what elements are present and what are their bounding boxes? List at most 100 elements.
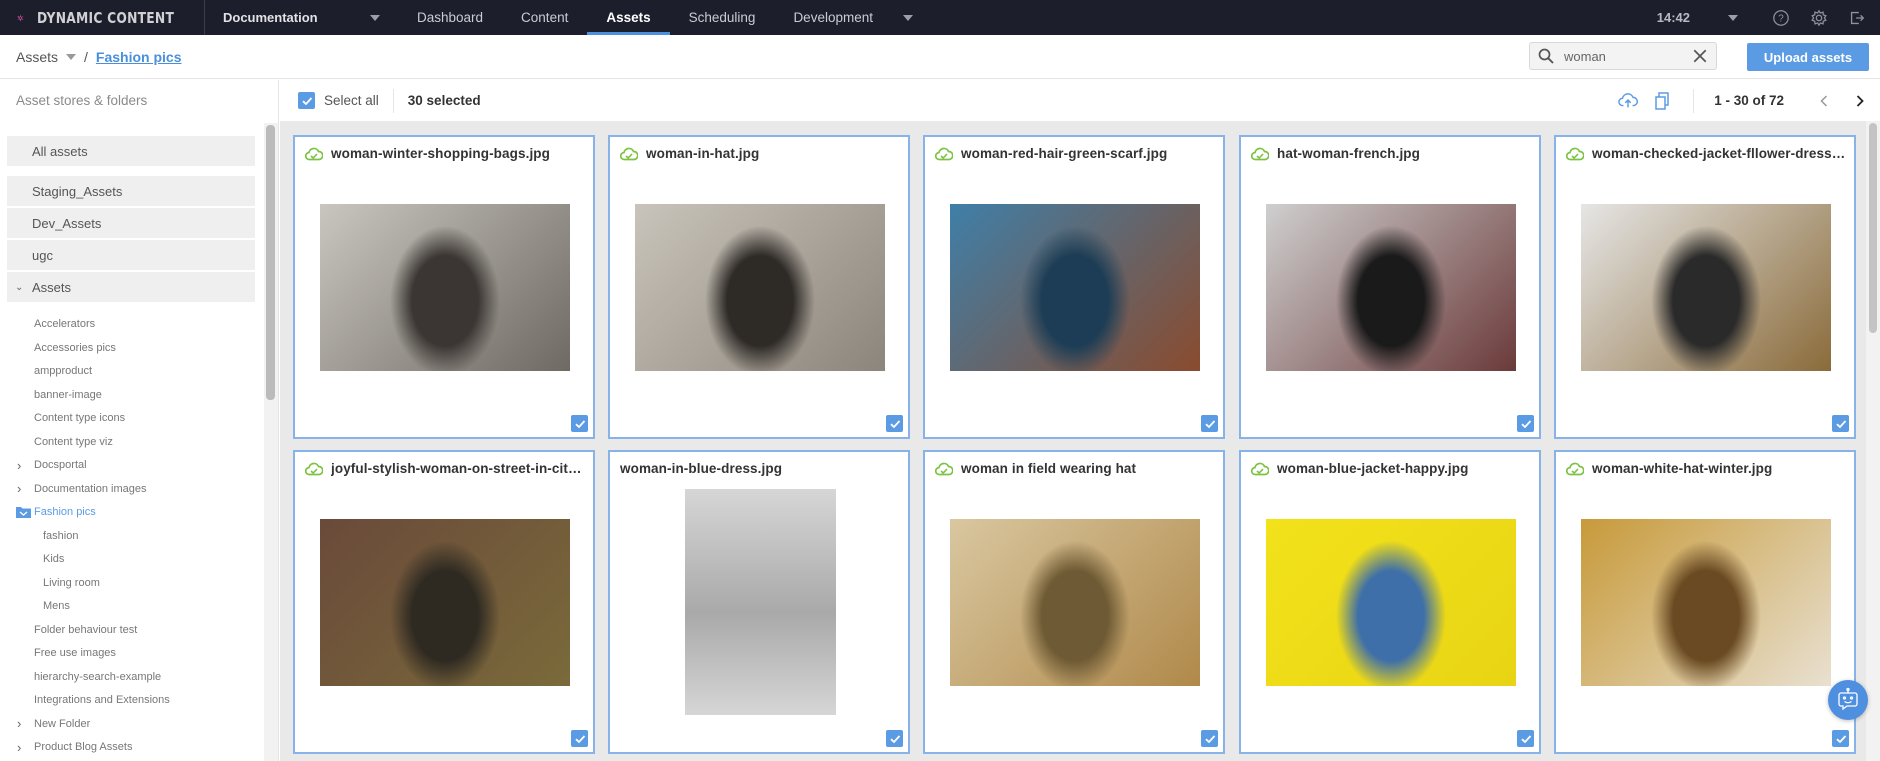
folder-item[interactable]: Mens xyxy=(43,597,70,615)
more-tabs-dropdown[interactable] xyxy=(899,0,913,35)
search-box xyxy=(1529,42,1717,70)
folder-item[interactable]: Content type icons xyxy=(34,409,125,427)
chevron-right-icon[interactable]: › xyxy=(17,716,21,731)
asset-thumbnail[interactable] xyxy=(1581,204,1831,371)
asset-select-checkbox[interactable] xyxy=(1517,415,1534,432)
sidebar-scrollbar-thumb[interactable] xyxy=(266,125,275,400)
chevron-down-icon[interactable] xyxy=(1728,14,1738,21)
breadcrumb-current[interactable]: Fashion pics xyxy=(96,49,182,65)
store-dev-assets[interactable]: Dev_Assets xyxy=(7,208,255,238)
search-input[interactable] xyxy=(1564,48,1684,64)
prev-page-button[interactable] xyxy=(1814,90,1834,112)
app-logo[interactable]: DYNAMIC CONTENT xyxy=(0,0,205,35)
folder-item[interactable]: › New Folder xyxy=(17,715,90,733)
tab-dashboard[interactable]: Dashboard xyxy=(398,0,502,35)
folder-item[interactable]: Living room xyxy=(43,574,100,592)
folder-item[interactable]: Integrations and Extensions xyxy=(34,691,170,709)
logout-icon[interactable] xyxy=(1846,7,1868,29)
asset-thumbnail[interactable] xyxy=(320,519,570,686)
copy-icon[interactable] xyxy=(1651,90,1673,112)
chevron-right-icon[interactable]: › xyxy=(17,481,21,496)
asset-card[interactable]: woman-white-hat-winter.jpg xyxy=(1554,450,1856,754)
store-label: All assets xyxy=(32,143,88,159)
asset-select-checkbox[interactable] xyxy=(886,730,903,747)
breadcrumb-root[interactable]: Assets xyxy=(16,49,84,65)
asset-toolbar: Select all 30 selected 1 - 30 of 72 xyxy=(280,80,1880,121)
folder-item[interactable]: Content type viz xyxy=(34,433,113,451)
chevron-right-icon[interactable]: › xyxy=(17,740,21,755)
gear-icon[interactable] xyxy=(1808,7,1830,29)
asset-select-checkbox[interactable] xyxy=(1201,730,1218,747)
asset-card[interactable]: hat-woman-french.jpg xyxy=(1239,135,1541,439)
asset-title: hat-woman-french.jpg xyxy=(1251,146,1531,161)
checkmark-icon xyxy=(1204,419,1215,428)
folder-open-icon xyxy=(16,507,31,518)
assistant-chat-button[interactable] xyxy=(1828,680,1868,720)
tab-development[interactable]: Development xyxy=(774,0,899,35)
asset-thumbnail[interactable] xyxy=(685,489,836,715)
hub-selector[interactable]: Documentation xyxy=(205,0,390,35)
asset-card[interactable]: woman-winter-shopping-bags.jpg xyxy=(293,135,595,439)
folder-item[interactable]: Kids xyxy=(43,550,64,568)
asset-thumbnail[interactable] xyxy=(950,519,1200,686)
store-assets[interactable]: ⌄ Assets xyxy=(7,272,255,302)
tab-label: Content xyxy=(521,10,569,25)
asset-thumbnail[interactable] xyxy=(950,204,1200,371)
asset-thumbnail[interactable] xyxy=(1581,519,1831,686)
folder-item[interactable]: banner-image xyxy=(34,386,102,404)
asset-card[interactable]: woman-in-blue-dress.jpg xyxy=(608,450,910,754)
store-staging-assets[interactable]: Staging_Assets xyxy=(7,176,255,206)
tab-content[interactable]: Content xyxy=(502,0,587,35)
folder-item[interactable]: Accessories pics xyxy=(34,339,116,357)
asset-card[interactable]: joyful-stylish-woman-on-street-in-city-.… xyxy=(293,450,595,754)
asset-thumbnail[interactable] xyxy=(1266,204,1516,371)
folder-item[interactable]: hierarchy-search-example xyxy=(34,668,161,686)
asset-select-checkbox[interactable] xyxy=(886,415,903,432)
folder-item[interactable]: Accelerators xyxy=(34,315,95,333)
chevron-right-icon[interactable]: › xyxy=(17,458,21,473)
clear-search-icon[interactable] xyxy=(1692,48,1708,64)
asset-thumbnail[interactable] xyxy=(1266,519,1516,686)
chevron-down-icon[interactable]: ⌄ xyxy=(15,282,23,293)
help-icon[interactable]: ? xyxy=(1770,7,1792,29)
tab-scheduling[interactable]: Scheduling xyxy=(670,0,775,35)
search-icon xyxy=(1538,48,1554,64)
asset-select-checkbox[interactable] xyxy=(1832,730,1849,747)
asset-card[interactable]: woman-in-hat.jpg xyxy=(608,135,910,439)
store-ugc[interactable]: ugc xyxy=(7,240,255,270)
asset-name: woman-in-blue-dress.jpg xyxy=(620,461,783,476)
store-label: Dev_Assets xyxy=(32,215,102,231)
dynamic-content-logo-icon xyxy=(17,13,24,22)
store-all-assets[interactable]: All assets xyxy=(7,136,255,166)
folder-item[interactable]: ampproduct xyxy=(34,362,92,380)
asset-card[interactable]: woman-checked-jacket-fllower-dress.jpg xyxy=(1554,135,1856,439)
folder-item[interactable]: Fashion pics xyxy=(16,503,96,521)
folder-item[interactable]: Folder behaviour test xyxy=(34,621,137,639)
sidebar-scrollbar[interactable] xyxy=(264,123,278,761)
publish-cloud-upload-icon[interactable] xyxy=(1617,90,1639,112)
asset-card[interactable]: woman-blue-jacket-happy.jpg xyxy=(1239,450,1541,754)
asset-title: woman-winter-shopping-bags.jpg xyxy=(305,146,585,161)
folder-item[interactable]: Free use images xyxy=(34,644,116,662)
folder-label: Fashion pics xyxy=(34,506,96,518)
grid-scrollbar[interactable] xyxy=(1866,121,1880,761)
grid-scrollbar-thumb[interactable] xyxy=(1869,123,1877,333)
asset-select-checkbox[interactable] xyxy=(1201,415,1218,432)
upload-assets-button[interactable]: Upload assets xyxy=(1747,43,1869,71)
folder-item[interactable]: › Docsportal xyxy=(17,456,87,474)
next-page-button[interactable] xyxy=(1850,90,1870,112)
select-all-checkbox[interactable]: Select all xyxy=(298,92,379,109)
folder-item[interactable]: › Documentation images xyxy=(17,480,147,498)
tab-assets[interactable]: Assets xyxy=(587,0,670,35)
folder-item[interactable]: fashion xyxy=(43,527,78,545)
asset-thumbnail[interactable] xyxy=(635,204,885,371)
asset-select-checkbox[interactable] xyxy=(571,415,588,432)
folder-item[interactable]: › Product Blog Assets xyxy=(17,738,132,756)
asset-select-checkbox[interactable] xyxy=(1517,730,1534,747)
asset-card[interactable]: woman-red-hair-green-scarf.jpg xyxy=(923,135,1225,439)
asset-select-checkbox[interactable] xyxy=(1832,415,1849,432)
asset-thumbnail[interactable] xyxy=(320,204,570,371)
checkmark-icon xyxy=(1520,419,1531,428)
asset-card[interactable]: woman in field wearing hat xyxy=(923,450,1225,754)
asset-select-checkbox[interactable] xyxy=(571,730,588,747)
